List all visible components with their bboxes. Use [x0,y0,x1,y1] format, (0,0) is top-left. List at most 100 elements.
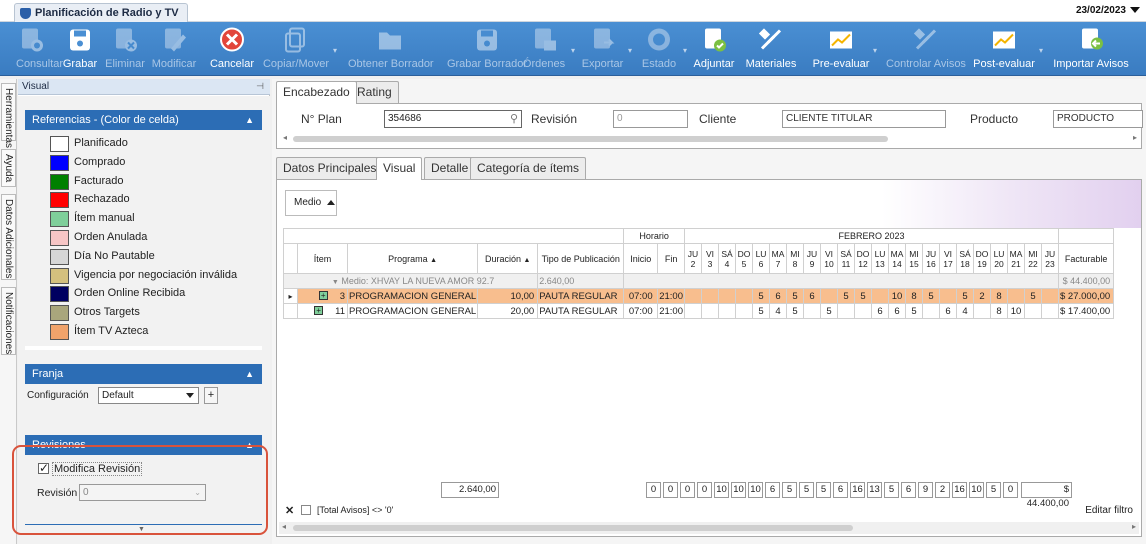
day-cell[interactable]: 10 [888,288,906,304]
item-cell[interactable]: +3 [297,288,348,304]
day-cell[interactable] [820,288,838,304]
post-evaluar-button[interactable]: Post-evaluar ▾ [972,22,1043,76]
dropdown-arrow-icon[interactable]: ▾ [571,46,575,55]
importar-avisos-button[interactable]: Importar Avisos [1050,22,1132,76]
tab-categor-a-de-tems[interactable]: Categoría de ítems [470,157,587,179]
chevron-up-icon[interactable]: ▲ [245,364,254,384]
day-cell[interactable]: 5 [837,288,855,304]
day-cell[interactable] [701,288,719,304]
pre-evaluar-button[interactable]: Pre-evaluar ▾ [812,22,877,76]
dropdown-arrow-icon[interactable]: ▾ [333,46,337,55]
fin-cell[interactable]: 21:00 [657,288,685,304]
day-cell[interactable]: 5 [956,288,974,304]
grid-scrollbar[interactable]: ◂ ▸ [279,522,1139,534]
day-cell[interactable] [854,303,872,319]
day-cell[interactable] [1041,288,1059,304]
obtener-borrador-button[interactable]: Obtener Borrador [348,22,434,76]
órdenes-button[interactable]: Órdenes ▾ [520,22,575,76]
day-cell[interactable] [922,303,940,319]
day-cell[interactable]: 5 [905,303,923,319]
expand-row-icon[interactable]: + [314,306,324,316]
duracion-header[interactable]: Duración ▲ [477,243,539,274]
scroll-thumb[interactable] [293,525,853,531]
references-header[interactable]: Referencias - (Color de celda) ▲ [25,110,262,130]
table-row[interactable]: ▸ +3 PROGRAMACION GENERAL 10,00 PAUTA REGULA… [283,288,1115,304]
item-cell[interactable]: +11 [297,303,348,319]
revision-input[interactable]: 0 [613,110,688,128]
tab-detalle[interactable]: Detalle [424,157,476,179]
edit-filter-link[interactable]: Editar filtro [1085,505,1133,516]
add-config-button[interactable]: + [204,387,218,404]
adjuntar-button[interactable]: Adjuntar [693,22,735,76]
inicio-header[interactable]: Inicio [623,243,659,274]
day-cell[interactable]: 8 [905,288,923,304]
collapse-icon[interactable]: ▼ [332,279,339,286]
date-selector[interactable]: 23/02/2023 [1076,5,1140,16]
side-tab-ayuda[interactable]: Ayuda [1,149,16,187]
controlar-avisos-button[interactable]: Controlar Avisos [886,22,966,76]
search-icon[interactable]: ⚲ [510,111,518,127]
config-select[interactable]: Default [98,387,199,404]
day-cell[interactable] [718,288,736,304]
programa-cell[interactable]: PROGRAMACION GENERAL [346,288,479,304]
expand-row-icon[interactable]: + [318,291,328,301]
scroll-thumb[interactable] [293,136,888,142]
day-cell[interactable]: 6 [888,303,906,319]
day-cell[interactable]: 5 [922,288,940,304]
group-row[interactable]: ▼ Medio: XHVAY LA NUEVA AMOR 92.7 2.640,0… [282,273,1115,289]
clear-filter-icon[interactable]: ✕ [285,504,294,517]
scroll-left-icon[interactable]: ◂ [282,522,286,531]
day-cell[interactable]: 5 [752,288,770,304]
side-tab-notificaciones[interactable]: Notificaciones [1,287,16,355]
tab-datos-principales[interactable]: Datos Principales [276,157,384,179]
fin-header[interactable]: Fin [657,243,685,274]
day-cell[interactable] [1007,288,1025,304]
day-cell[interactable] [871,288,889,304]
tab-visual[interactable]: Visual [376,157,423,180]
day-cell[interactable]: 5 [786,288,804,304]
tab-encabezado[interactable]: Encabezado [276,81,357,104]
dropdown-arrow-icon[interactable]: ▾ [873,46,877,55]
day-cell[interactable] [735,288,753,304]
grabar-button[interactable]: Grabar [62,22,98,76]
day-cell[interactable]: 5 [786,303,804,319]
scroll-right-icon[interactable]: ▸ [1132,522,1136,531]
day-cell[interactable]: 6 [939,303,957,319]
scroll-left-icon[interactable]: ◂ [283,133,287,142]
modificar-button[interactable]: Modificar [151,22,197,76]
chevron-down-icon[interactable] [1130,7,1140,14]
tab-rating[interactable]: Rating [350,81,399,103]
day-cell[interactable]: 5 [820,303,838,319]
dropdown-arrow-icon[interactable]: ▾ [1039,46,1043,55]
programa-cell[interactable]: PROGRAMACION GENERAL [346,303,479,319]
header-scrollbar[interactable]: ◂ ▸ [281,133,1139,144]
programa-header[interactable]: Programa ▲ [346,243,479,274]
consultar-button[interactable]: Consultar [16,22,63,76]
materiales-button[interactable]: Materiales [744,22,798,76]
inicio-cell[interactable]: 07:00 [623,303,659,319]
day-cell[interactable]: 6 [769,288,787,304]
day-cell[interactable] [735,303,753,319]
day-cell[interactable] [684,288,702,304]
fin-cell[interactable]: 21:00 [657,303,685,319]
duracion-cell[interactable]: 20,00 [477,303,539,319]
exportar-button[interactable]: Exportar ▾ [580,22,632,76]
tipo-header[interactable]: Tipo de Publicación [537,243,625,274]
medio-group-button[interactable]: Medio [285,190,337,216]
pin-icon[interactable]: ⊣ [256,79,264,94]
app-tab[interactable]: Planificación de Radio y TV [14,3,188,22]
day-cell[interactable] [701,303,719,319]
day-cell[interactable]: 4 [769,303,787,319]
product-input[interactable]: PRODUCTO [1053,110,1143,128]
client-input[interactable]: CLIENTE TITULAR [782,110,946,128]
franja-header[interactable]: Franja ▲ [25,364,262,384]
side-tab-herramientas[interactable]: Herramientas [1,83,16,148]
plan-input[interactable]: 354686 ⚲ [384,110,522,128]
day-cell[interactable]: 8 [990,303,1008,319]
scroll-right-icon[interactable]: ▸ [1133,133,1137,142]
duracion-cell[interactable]: 10,00 [477,288,539,304]
day-cell[interactable]: 8 [990,288,1008,304]
day-cell[interactable]: 10 [1007,303,1025,319]
table-row[interactable]: +11 PROGRAMACION GENERAL 20,00 PAUTA REGULA… [283,303,1115,319]
day-cell[interactable]: 6 [871,303,889,319]
